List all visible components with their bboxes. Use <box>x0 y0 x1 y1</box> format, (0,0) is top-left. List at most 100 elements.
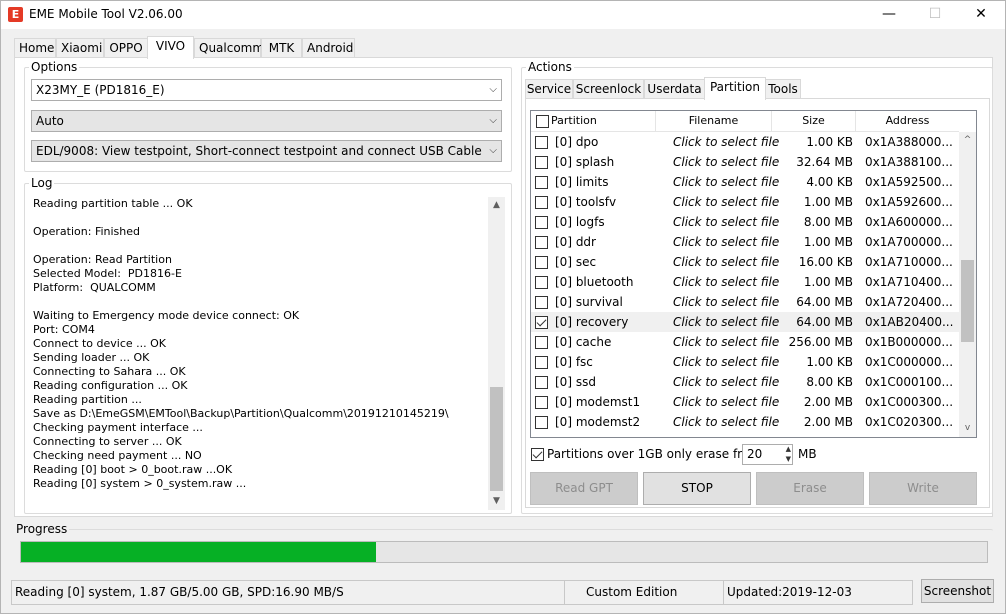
row-checkbox[interactable] <box>535 156 548 169</box>
table-row[interactable]: [0] survival Click to select file 64.00 MB… <box>531 292 959 312</box>
read-gpt-button[interactable]: Read GPT <box>530 472 638 505</box>
partition-column-header[interactable]: Partition <box>531 111 656 132</box>
row-checkbox[interactable] <box>535 196 548 209</box>
erase-front-value[interactable]: 20 <box>747 447 762 461</box>
tab-partition[interactable]: Partition <box>704 77 766 100</box>
screenshot-button[interactable]: Screenshot <box>921 579 994 603</box>
tab-tools[interactable]: Tools <box>765 79 801 99</box>
row-checkbox[interactable] <box>535 276 548 289</box>
row-checkbox[interactable] <box>535 136 548 149</box>
table-row[interactable]: [0] ddr Click to select file 1.00 MB 0x1A70… <box>531 232 959 252</box>
filename-cell[interactable]: Click to select file <box>673 352 779 372</box>
table-row[interactable]: [0] fsc Click to select file 1.00 KB 0x1C00… <box>531 352 959 372</box>
tab-xiaomi[interactable]: Xiaomi <box>56 38 104 58</box>
table-row[interactable]: [0] toolsfv Click to select file 1.00 MB 0x… <box>531 192 959 212</box>
table-row[interactable]: [0] sec Click to select file 16.00 KB 0x1A7… <box>531 252 959 272</box>
filename-cell[interactable]: Click to select file <box>673 272 779 292</box>
filename-cell[interactable]: Click to select file <box>673 152 779 172</box>
scroll-up-icon[interactable]: ▲ <box>488 197 505 214</box>
table-row[interactable]: [0] recovery Click to select file 64.00 MB… <box>531 312 959 332</box>
partition-name: [0] limits <box>555 175 609 189</box>
tab-vivo[interactable]: VIVO <box>147 36 194 59</box>
tab-android[interactable]: Android <box>302 38 355 58</box>
stepper-up-icon[interactable]: ▲ <box>786 445 791 454</box>
connect-method-select[interactable]: EDL/9008: View testpoint, Short-connect … <box>31 140 502 162</box>
address-column-header[interactable]: Address <box>856 111 959 132</box>
row-checkbox[interactable] <box>535 176 548 189</box>
partition-name: [0] ssd <box>555 375 596 389</box>
table-row[interactable]: [0] cache Click to select file 256.00 MB 0x… <box>531 332 959 352</box>
partition-name: [0] survival <box>555 295 623 309</box>
filename-cell[interactable]: Click to select file <box>673 412 779 432</box>
partition-name: [0] modemst1 <box>555 395 641 409</box>
filename-cell[interactable]: Click to select file <box>673 232 779 252</box>
log-scroll-thumb[interactable] <box>490 387 503 491</box>
partition-name: [0] ddr <box>555 235 596 249</box>
partition-name: [0] logfs <box>555 215 605 229</box>
row-checkbox[interactable] <box>535 396 548 409</box>
row-checkbox[interactable] <box>535 356 548 369</box>
filename-cell[interactable]: Click to select file <box>673 172 779 192</box>
table-row[interactable]: [0] modemst2 Click to select file 2.00 MB 0… <box>531 412 959 432</box>
mode-select[interactable]: Auto ⌵ <box>31 110 502 132</box>
filename-cell[interactable]: Click to select file <box>673 372 779 392</box>
progress-bar <box>20 541 988 563</box>
tab-screenlock[interactable]: Screenlock <box>573 79 644 99</box>
erase-button[interactable]: Erase <box>756 472 864 505</box>
filename-cell[interactable]: Click to select file <box>673 332 779 352</box>
scroll-down-icon[interactable]: ▼ <box>488 493 505 510</box>
tab-service[interactable]: Service <box>525 79 573 99</box>
log-scrollbar[interactable]: ▲ ▼ <box>488 197 505 510</box>
erase-front-stepper[interactable]: 20 ▲ ▼ <box>742 444 793 465</box>
tab-oppo[interactable]: OPPO <box>104 38 148 58</box>
partition-scroll-thumb[interactable] <box>961 260 974 342</box>
size-cell: 64.00 MB <box>796 295 853 309</box>
table-row[interactable]: [0] bluetooth Click to select file 1.00 MB… <box>531 272 959 292</box>
filename-cell[interactable]: Click to select file <box>673 212 779 232</box>
filename-cell[interactable]: Click to select file <box>673 392 779 412</box>
table-row[interactable]: [0] dpo Click to select file 1.00 KB 0x1A38… <box>531 132 959 152</box>
filename-cell[interactable]: Click to select file <box>673 312 779 332</box>
select-all-checkbox[interactable] <box>536 115 549 128</box>
table-row[interactable]: [0] logfs Click to select file 8.00 MB 0x1A… <box>531 212 959 232</box>
close-button[interactable]: ✕ <box>958 1 1004 29</box>
size-cell: 8.00 KB <box>806 375 853 389</box>
log-textarea[interactable]: Reading partition table ... OK Operation… <box>30 193 506 511</box>
stop-button[interactable]: STOP <box>643 472 751 505</box>
model-select-value: X23MY_E (PD1816_E) <box>36 83 165 97</box>
row-checkbox[interactable] <box>535 236 548 249</box>
table-row[interactable]: [0] limits Click to select file 4.00 KB 0x1… <box>531 172 959 192</box>
row-checkbox[interactable] <box>535 216 548 229</box>
tab-qualcomm[interactable]: Qualcomm <box>194 38 264 58</box>
row-checkbox[interactable] <box>535 316 548 329</box>
tab-userdata[interactable]: Userdata <box>644 79 705 99</box>
size-cell: 1.00 MB <box>803 195 853 209</box>
tab-home[interactable]: Home <box>14 38 56 58</box>
erase-front-checkbox[interactable] <box>531 448 544 461</box>
scroll-down-icon[interactable]: v <box>959 420 976 437</box>
write-button[interactable]: Write <box>869 472 977 505</box>
address-cell: 0x1C000100... <box>865 375 954 389</box>
minimize-button[interactable]: — <box>866 1 912 29</box>
table-row[interactable]: [0] modemst1 Click to select file 2.00 MB 0… <box>531 392 959 412</box>
scroll-up-icon[interactable]: ^ <box>959 132 976 149</box>
filename-column-header[interactable]: Filename <box>656 111 772 132</box>
filename-cell[interactable]: Click to select file <box>673 252 779 272</box>
stepper-down-icon[interactable]: ▼ <box>786 455 791 464</box>
row-checkbox[interactable] <box>535 296 548 309</box>
maximize-button[interactable]: ☐ <box>912 1 958 29</box>
row-checkbox[interactable] <box>535 256 548 269</box>
partition-scrollbar[interactable]: ^ v <box>959 132 976 437</box>
table-row[interactable]: [0] ssd Click to select file 8.00 KB 0x1C00… <box>531 372 959 392</box>
model-select[interactable]: X23MY_E (PD1816_E) ⌵ <box>31 79 502 101</box>
filename-cell[interactable]: Click to select file <box>673 192 779 212</box>
row-checkbox[interactable] <box>535 336 548 349</box>
filename-cell[interactable]: Click to select file <box>673 132 779 152</box>
table-row[interactable]: [0] splash Click to select file 32.64 MB 0x… <box>531 152 959 172</box>
row-checkbox[interactable] <box>535 376 548 389</box>
title-bar[interactable]: E EME Mobile Tool V2.06.00 — ☐ ✕ <box>1 1 1005 29</box>
size-column-header[interactable]: Size <box>772 111 856 132</box>
row-checkbox[interactable] <box>535 416 548 429</box>
filename-cell[interactable]: Click to select file <box>673 292 779 312</box>
tab-mtk[interactable]: MTK <box>261 38 302 58</box>
